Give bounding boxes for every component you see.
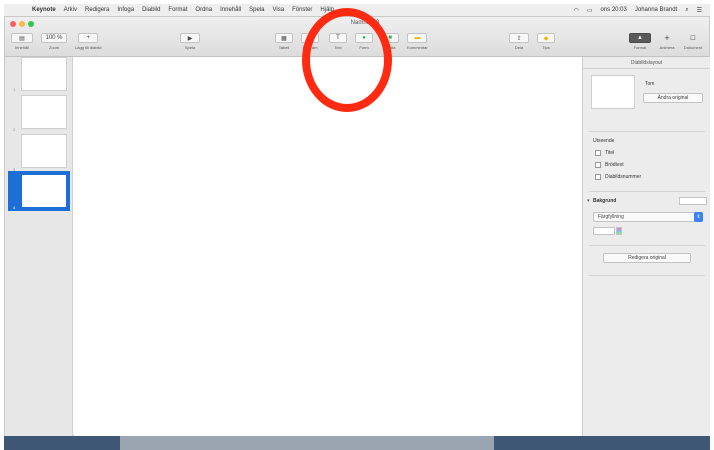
divider	[589, 131, 705, 132]
lightbulb-icon[interactable]: ◆	[537, 33, 555, 43]
share-tool[interactable]: ⇪ Dela	[509, 33, 529, 50]
menu-fonster[interactable]: Fönster	[292, 7, 312, 13]
tips-label: Tips	[542, 45, 550, 50]
color-well[interactable]	[593, 227, 615, 235]
divider	[589, 245, 705, 246]
change-master-button[interactable]: Ändra original	[643, 93, 703, 103]
plus-icon[interactable]: +	[78, 33, 99, 43]
animate-label: Animera	[659, 45, 675, 50]
animate-icon[interactable]: +	[657, 33, 677, 43]
dock	[120, 436, 494, 450]
slide-navigator[interactable]: 1 2 3 4	[5, 57, 73, 436]
slide-number: 1	[13, 87, 16, 92]
appearance-title: Utseende	[593, 138, 615, 144]
document-icon[interactable]: ☐	[683, 33, 703, 43]
play-tool[interactable]: ▶ Spela	[180, 33, 200, 50]
table-tool[interactable]: ▦ Tabell	[275, 33, 293, 50]
format-tool[interactable]: ▲ Format	[629, 33, 651, 50]
clock[interactable]: ons 20:03	[601, 7, 627, 13]
menu-arkiv[interactable]: Arkiv	[64, 7, 77, 13]
table-label: Tabell	[278, 45, 290, 50]
background-title: Bakgrund	[593, 198, 617, 204]
checkbox-label: Diabildsnummer	[605, 174, 642, 180]
zoom-label: Zoom	[48, 45, 60, 50]
layout-name: Tom	[645, 81, 655, 87]
user-name[interactable]: Johanna Brandt	[635, 7, 677, 13]
notification-center-icon[interactable]: ☰	[697, 7, 702, 14]
divider	[589, 191, 705, 192]
checkbox-box[interactable]	[595, 174, 601, 180]
view-label: Innehåll	[14, 45, 29, 50]
animate-tool[interactable]: + Animera	[657, 33, 677, 50]
play-label: Spela	[184, 45, 196, 50]
menu-redigera[interactable]: Redigera	[85, 7, 109, 13]
minimize-button[interactable]	[19, 21, 25, 27]
fill-type-value: Färgfyllning	[598, 214, 624, 220]
view-tool[interactable]: ▤ Innehåll	[11, 33, 33, 50]
menu-format[interactable]: Format	[168, 7, 187, 13]
menu-infoga[interactable]: Infoga	[117, 7, 134, 13]
checkbox-box[interactable]	[595, 150, 601, 156]
spotlight-icon[interactable]: ⌕	[685, 7, 688, 14]
add-slide-tool[interactable]: + Lägg till diabild	[75, 33, 101, 50]
slide-thumbnail-1[interactable]	[21, 57, 67, 91]
comment-icon[interactable]: ▬	[407, 33, 428, 43]
background-swatch[interactable]	[679, 197, 707, 205]
share-icon[interactable]: ⇪	[509, 33, 529, 43]
annotation-circle	[302, 8, 392, 112]
body-checkbox[interactable]: Brödtext	[595, 162, 624, 168]
comment-tool[interactable]: ▬ Kommentar	[407, 33, 428, 50]
slide-thumbnail-3[interactable]	[21, 134, 67, 168]
format-inspector: Diabildslayout Tom Ändra original Utseen…	[582, 57, 710, 436]
document-tool[interactable]: ☐ Dokument	[683, 33, 703, 51]
layout-preview	[591, 75, 635, 109]
menu-diabild[interactable]: Diabild	[142, 7, 160, 13]
menu-visa[interactable]: Visa	[273, 7, 285, 13]
slide-number-checkbox[interactable]: Diabildsnummer	[595, 174, 641, 180]
share-label: Dela	[514, 45, 524, 50]
disclosure-triangle-icon[interactable]: ▾	[587, 198, 590, 204]
menu-innehall[interactable]: Innehåll	[220, 7, 241, 13]
status-area: ◠ ▭ ons 20:03 Johanna Brandt ⌕ ☰	[574, 7, 702, 14]
edit-master-button[interactable]: Redigera original	[603, 253, 691, 263]
zoom-select[interactable]: 100 %	[41, 33, 67, 43]
menu-keynote[interactable]: Keynote	[32, 7, 56, 13]
fill-type-select[interactable]: Färgfyllning ⇕	[593, 212, 703, 222]
zoom-button[interactable]	[28, 21, 34, 27]
sidebar-icon[interactable]: ▤	[11, 33, 33, 43]
table-icon[interactable]: ▦	[275, 33, 293, 43]
menu-ordna[interactable]: Ordna	[195, 7, 212, 13]
format-label: Format	[633, 45, 647, 50]
chevron-down-icon[interactable]: ⇕	[694, 212, 703, 222]
divider	[589, 275, 705, 276]
paintbrush-icon[interactable]: ▲	[629, 33, 651, 43]
checkbox-label: Brödtext	[605, 162, 624, 168]
inspector-tab-slide-layout[interactable]: Diabildslayout	[583, 57, 710, 69]
tips-tool[interactable]: ◆ Tips	[537, 33, 555, 50]
checkbox-box[interactable]	[595, 162, 601, 168]
menu-spela[interactable]: Spela	[249, 7, 264, 13]
zoom-tool[interactable]: 100 % Zoom	[41, 33, 67, 50]
wifi-icon[interactable]: ◠	[574, 7, 579, 14]
title-checkbox[interactable]: Titel	[595, 150, 614, 156]
slide-thumbnail-2[interactable]	[21, 95, 67, 129]
slide-number: 4	[13, 205, 16, 210]
slide-number: 3	[13, 167, 16, 172]
play-icon[interactable]: ▶	[180, 33, 200, 43]
checkbox-label: Titel	[605, 150, 615, 156]
screen: Keynote Arkiv Redigera Infoga Diabild Fo…	[0, 0, 714, 450]
add-slide-label: Lägg till diabild	[75, 45, 102, 50]
document-label: Dokument	[683, 45, 703, 50]
battery-icon[interactable]: ▭	[587, 7, 593, 14]
close-button[interactable]	[10, 21, 16, 27]
color-wheel-icon[interactable]	[616, 227, 622, 235]
slide-canvas[interactable]	[74, 57, 582, 436]
slide-number: 2	[13, 127, 16, 132]
comment-label: Kommentar	[407, 45, 428, 50]
slide-thumbnail-4[interactable]	[21, 174, 67, 208]
